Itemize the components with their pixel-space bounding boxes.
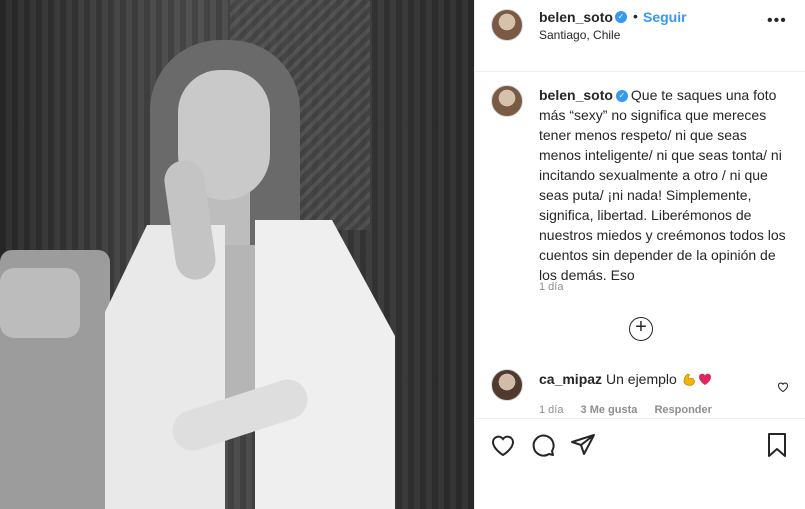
- commenter-avatar[interactable]: [491, 369, 523, 401]
- instagram-post: belen_soto ✓ • Seguir Santiago, Chile ••…: [0, 0, 805, 509]
- reply-button[interactable]: Responder: [654, 404, 711, 416]
- caption-text: Que te saques una foto más “sexy” no sig…: [539, 87, 786, 283]
- comment-bubble-icon[interactable]: [529, 431, 557, 459]
- post-sidebar: belen_soto ✓ • Seguir Santiago, Chile ••…: [474, 0, 805, 509]
- verified-badge-icon: ✓: [615, 90, 628, 103]
- follow-button[interactable]: Seguir: [643, 9, 687, 25]
- load-more-comments-button[interactable]: +: [629, 317, 653, 341]
- comment-meta: 1 día 3 Me gusta Responder: [539, 404, 726, 416]
- caption-timestamp[interactable]: 1 día: [539, 281, 563, 293]
- muscle-icon: [681, 371, 697, 390]
- author-username[interactable]: belen_soto: [539, 9, 613, 25]
- comment-text-block: Un ejemplo: [606, 371, 713, 390]
- share-paper-plane-icon[interactable]: [569, 431, 597, 459]
- post-header: belen_soto ✓ • Seguir Santiago, Chile ••…: [475, 0, 805, 72]
- photo-pillow: [0, 268, 80, 338]
- comments-section[interactable]: belen_soto ✓ Que te saques una foto más “s…: [475, 73, 805, 418]
- plus-icon: +: [635, 316, 647, 338]
- heart-icon: [697, 371, 713, 390]
- verified-badge-icon: ✓: [615, 11, 627, 23]
- like-heart-icon[interactable]: [489, 431, 517, 459]
- caption-username[interactable]: belen_soto: [539, 87, 613, 103]
- separator-dot: •: [633, 8, 638, 24]
- author-avatar[interactable]: [491, 9, 523, 41]
- like-comment-heart-icon[interactable]: [777, 381, 789, 396]
- save-bookmark-icon[interactable]: [763, 431, 791, 459]
- post-photo[interactable]: [0, 0, 474, 509]
- caption-text-block: belen_soto ✓ Que te saques una foto más “s…: [539, 85, 791, 285]
- post-location[interactable]: Santiago, Chile: [539, 28, 620, 42]
- comment-text: Un ejemplo: [606, 371, 677, 388]
- comment-timestamp[interactable]: 1 día: [539, 404, 563, 416]
- commenter-username[interactable]: ca_mipaz: [539, 371, 602, 387]
- caption-avatar[interactable]: [491, 85, 523, 117]
- more-options-icon[interactable]: •••: [767, 12, 787, 30]
- comment-likes[interactable]: 3 Me gusta: [581, 404, 638, 416]
- post-actions-bar: [475, 418, 805, 470]
